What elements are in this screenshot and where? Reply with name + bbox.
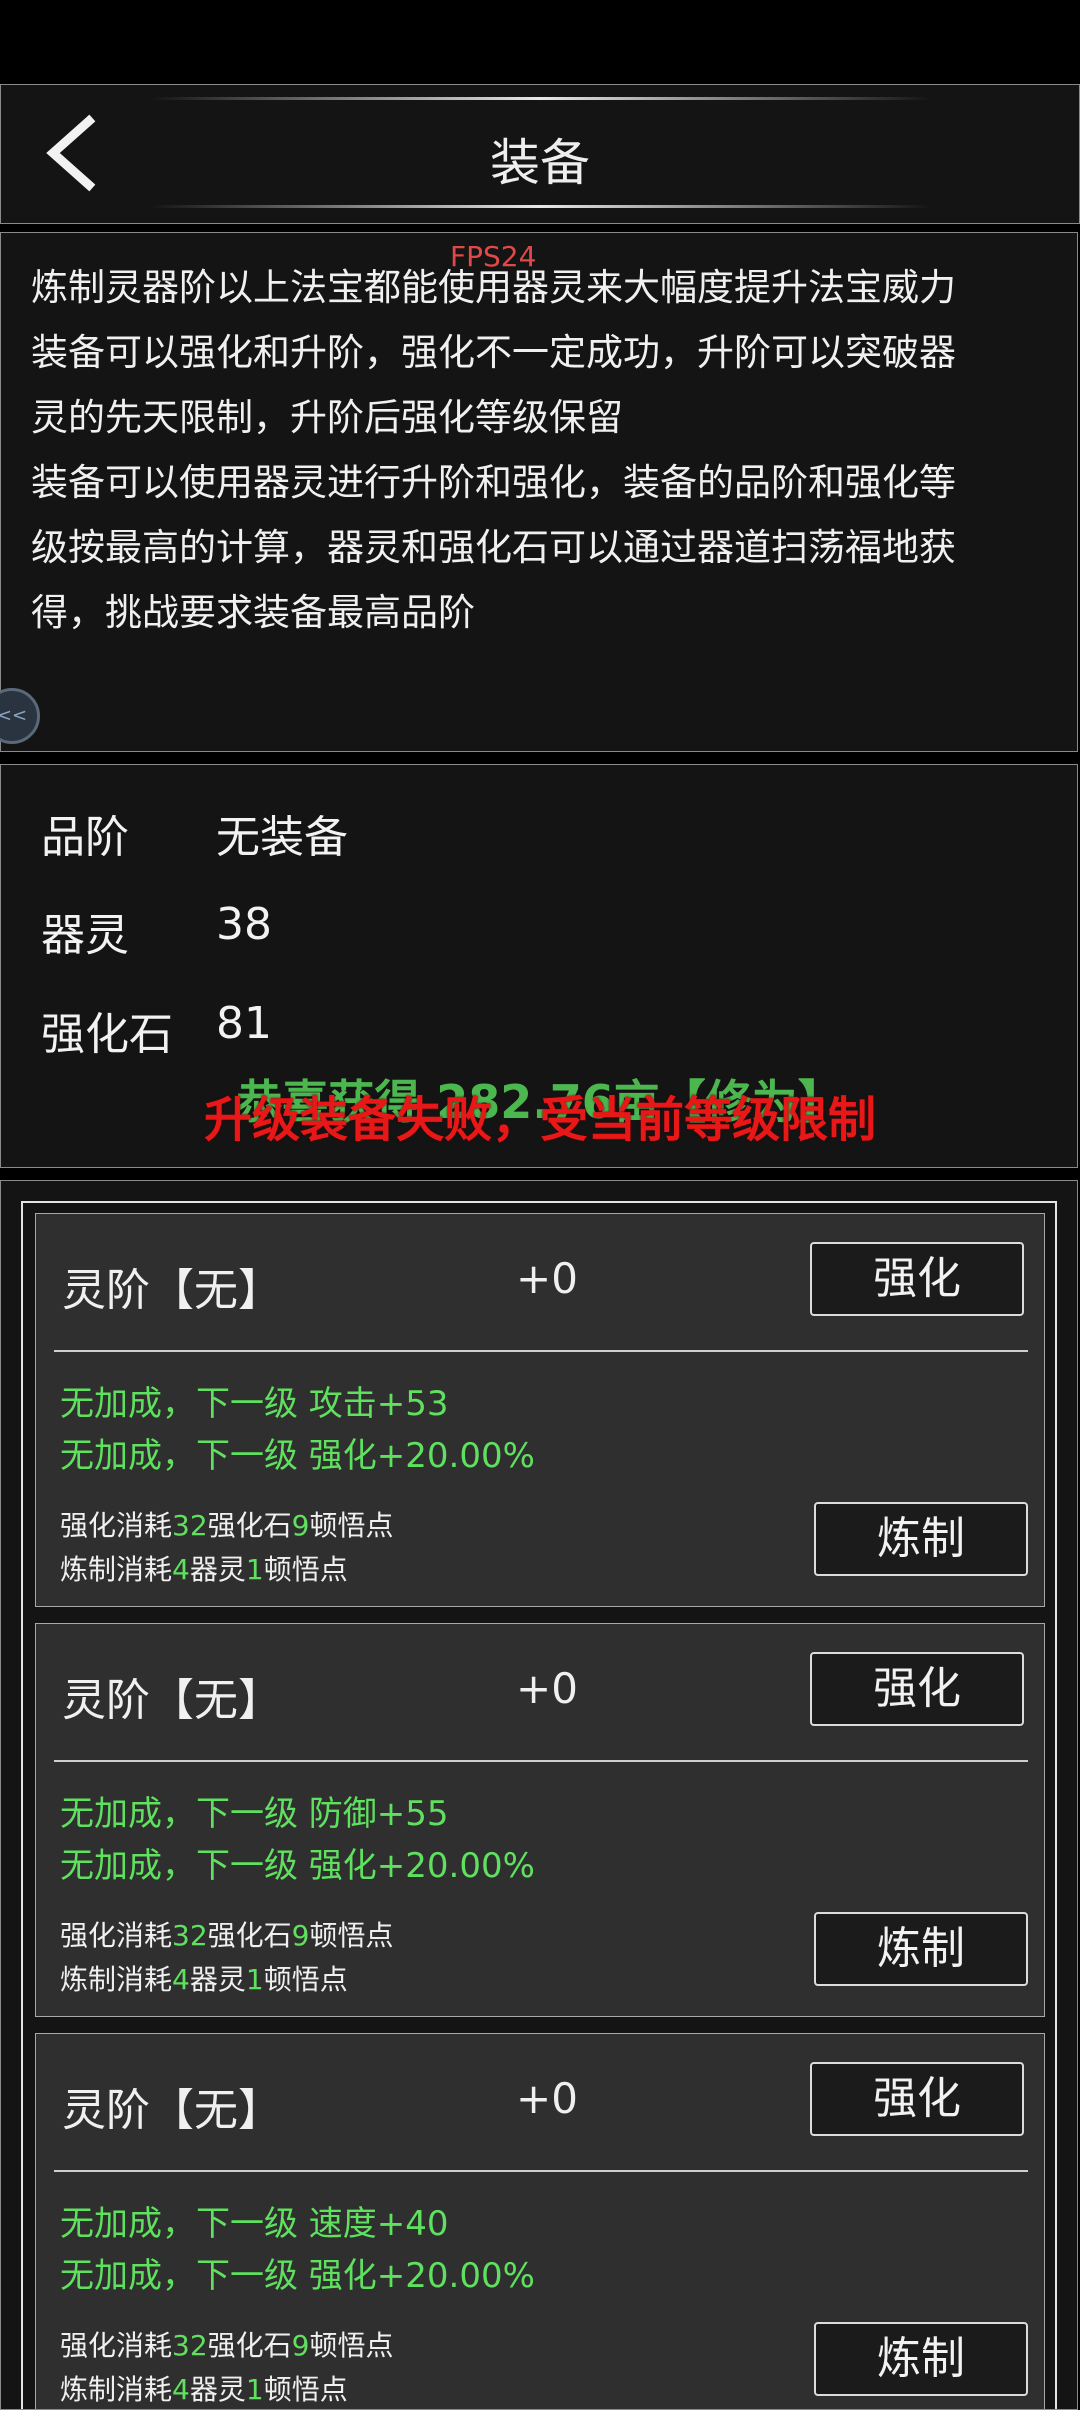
bonus-line: 无加成，下一级 强化+20.00%: [60, 2256, 535, 2296]
equipment-panel: 灵阶【无】 +0 强化 无加成，下一级 攻击+53 无加成，下一级 强化+20.…: [0, 1180, 1078, 2410]
refine-cost: 炼制消耗4器灵1顿悟点: [60, 2368, 348, 2408]
equipment-card: 灵阶【无】 +0 强化 无加成，下一级 防御+55 无加成，下一级 强化+20.…: [35, 1623, 1045, 2017]
enhance-level: +0: [516, 2074, 578, 2123]
refine-cost: 炼制消耗4器灵1顿悟点: [60, 1958, 348, 1998]
cost-number: 1: [245, 1963, 264, 1996]
cost-text: 顿悟点: [263, 2373, 348, 2406]
cost-number: 4: [172, 2373, 190, 2406]
fps-counter: FPS24: [450, 240, 537, 273]
stat-value: 38: [216, 899, 272, 950]
cost-text: 顿悟点: [263, 1963, 348, 1996]
enhance-button[interactable]: 强化: [810, 1242, 1024, 1316]
cost-text: 炼制消耗: [60, 2373, 173, 2406]
header-top-ornament: [151, 97, 931, 100]
cost-text: 顿悟点: [263, 1553, 348, 1586]
cost-text: 器灵: [189, 1963, 246, 1996]
cost-number: 9: [291, 1919, 310, 1952]
bonus-line: 无加成，下一级 速度+40: [60, 2204, 449, 2244]
cost-text: 强化消耗: [60, 2329, 173, 2362]
equipment-list: 灵阶【无】 +0 强化 无加成，下一级 攻击+53 无加成，下一级 强化+20.…: [21, 1201, 1057, 2409]
bonus-line: 无加成，下一级 防御+55: [60, 1794, 449, 1834]
stat-label: 强化石: [41, 1009, 173, 1060]
cost-text: 强化石: [207, 1919, 292, 1952]
cost-number: 1: [245, 2373, 264, 2406]
enhance-cost: 强化消耗32强化石9顿悟点: [60, 1504, 394, 1544]
refine-cost: 炼制消耗4器灵1顿悟点: [60, 1548, 348, 1588]
stat-label: 器灵: [41, 910, 129, 961]
refine-button[interactable]: 炼制: [814, 1502, 1028, 1576]
cost-text: 器灵: [189, 1553, 246, 1586]
header-bar: 装备: [0, 84, 1080, 224]
bonus-line: 无加成，下一级 攻击+53: [60, 1384, 449, 1424]
cost-number: 32: [172, 1509, 208, 1542]
cost-number: 9: [291, 2329, 310, 2362]
stat-stone: 强化石 81: [41, 998, 272, 1062]
description-panel: 炼制灵器阶以上法宝都能使用器灵来大幅度提升法宝威力 装备可以强化和升阶，强化不一…: [0, 232, 1078, 752]
cost-text: 顿悟点: [309, 1509, 394, 1542]
divider: [54, 1350, 1028, 1352]
enhance-level: +0: [516, 1664, 578, 1713]
stat-grade: 品阶 无装备: [41, 801, 348, 865]
equipment-card: 灵阶【无】 +0 强化 无加成，下一级 速度+40 无加成，下一级 强化+20.…: [35, 2033, 1045, 2409]
page-title: 装备: [490, 134, 590, 192]
header-bottom-ornament: [151, 205, 931, 208]
cost-text: 炼制消耗: [60, 1963, 173, 1996]
bonus-line: 无加成，下一级 强化+20.00%: [60, 1846, 535, 1886]
enhance-button[interactable]: 强化: [810, 2062, 1024, 2136]
cost-number: 32: [172, 2329, 208, 2362]
refine-button[interactable]: 炼制: [814, 1912, 1028, 1986]
enhance-cost: 强化消耗32强化石9顿悟点: [60, 2324, 394, 2364]
cost-text: 顿悟点: [309, 2329, 394, 2362]
cost-text: 强化石: [207, 1509, 292, 1542]
cost-text: 强化消耗: [60, 1509, 173, 1542]
cost-text: 器灵: [189, 2373, 246, 2406]
bonus-line: 无加成，下一级 强化+20.00%: [60, 1436, 535, 1476]
cost-number: 32: [172, 1919, 208, 1952]
description-text: 炼制灵器阶以上法宝都能使用器灵来大幅度提升法宝威力 装备可以强化和升阶，强化不一…: [31, 266, 956, 634]
enhance-button[interactable]: 强化: [810, 1652, 1024, 1726]
stat-value: 81: [216, 998, 272, 1049]
stat-value: 无装备: [216, 812, 348, 863]
cost-text: 强化石: [207, 2329, 292, 2362]
equipment-card: 灵阶【无】 +0 强化 无加成，下一级 攻击+53 无加成，下一级 强化+20.…: [35, 1213, 1045, 1607]
cost-text: 强化消耗: [60, 1919, 173, 1952]
cost-number: 4: [172, 1963, 190, 1996]
enhance-cost: 强化消耗32强化石9顿悟点: [60, 1914, 394, 1954]
equipment-grade: 灵阶【无】: [62, 1265, 282, 1316]
divider: [54, 2170, 1028, 2172]
equipment-grade: 灵阶【无】: [62, 1675, 282, 1726]
stat-spirit: 器灵 38: [41, 899, 272, 963]
cost-text: 炼制消耗: [60, 1553, 173, 1586]
refine-button[interactable]: 炼制: [814, 2322, 1028, 2396]
stat-label: 品阶: [41, 812, 129, 863]
cost-number: 4: [172, 1553, 190, 1586]
cost-number: 9: [291, 1509, 310, 1542]
divider: [54, 1760, 1028, 1762]
cost-number: 1: [245, 1553, 264, 1586]
cost-text: 顿悟点: [309, 1919, 394, 1952]
equipment-grade: 灵阶【无】: [62, 2085, 282, 2136]
error-toast: 升级装备失败，受当前等级限制: [203, 1092, 876, 1148]
enhance-level: +0: [516, 1254, 578, 1303]
